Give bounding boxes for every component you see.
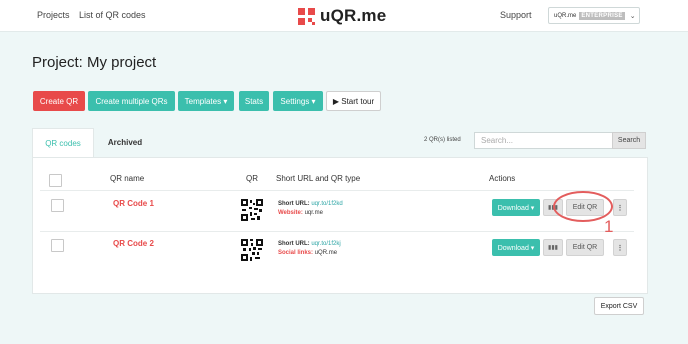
qr-code-icon[interactable] xyxy=(241,199,263,221)
bar-chart-icon[interactable]: ▮▮▮ xyxy=(543,239,563,256)
download-dropdown-button[interactable]: Download ▾ xyxy=(492,199,540,216)
search-input[interactable] xyxy=(474,132,613,149)
step-marker: 1 xyxy=(604,217,614,236)
column-header-qr: QR xyxy=(246,174,258,183)
edit-qr-button[interactable]: Edit QR xyxy=(566,239,604,256)
account-dropdown[interactable]: uQR.me ENTERPRISE ⌄ xyxy=(548,7,640,24)
nav-list-qr-codes-link[interactable]: List of QR codes xyxy=(79,10,146,20)
row-checkbox[interactable] xyxy=(51,199,64,212)
tab-archived[interactable]: Archived xyxy=(96,128,154,157)
select-all-checkbox[interactable] xyxy=(49,174,62,187)
short-url-line: Short URL: uqr.to/1f2kd xyxy=(278,201,343,207)
qr-type-line: Website: uqr.me xyxy=(278,210,323,216)
chevron-down-icon: ⌄ xyxy=(629,12,636,20)
qr-count-label: 2 QR(s) listed xyxy=(424,137,461,143)
top-navigation-bar: Projects List of QR codes uQR.me Support… xyxy=(0,0,688,32)
download-dropdown-button[interactable]: Download ▾ xyxy=(492,239,540,256)
column-header-qr-name: QR name xyxy=(110,174,145,183)
settings-dropdown-button[interactable]: Settings ▾ xyxy=(273,91,323,111)
nav-projects-link[interactable]: Projects xyxy=(37,10,70,20)
logo-mark-icon xyxy=(298,7,315,25)
search-button[interactable]: Search xyxy=(612,132,646,149)
page-title: Project: My project xyxy=(32,54,157,71)
create-qr-button[interactable]: Create QR xyxy=(33,91,85,111)
logo-text: uQR.me xyxy=(320,6,387,25)
short-url-link[interactable]: uqr.to/1f2kj xyxy=(311,241,340,247)
qr-name-link[interactable]: QR Code 2 xyxy=(113,239,154,248)
short-url-line: Short URL: uqr.to/1f2kj xyxy=(278,241,341,247)
row-divider xyxy=(40,231,634,232)
column-header-short-url: Short URL and QR type xyxy=(276,174,361,183)
export-csv-button[interactable]: Export CSV xyxy=(594,297,644,315)
create-multiple-qrs-button[interactable]: Create multiple QRs xyxy=(88,91,175,111)
support-link[interactable]: Support xyxy=(500,10,532,20)
column-header-actions: Actions xyxy=(489,174,516,183)
row-checkbox[interactable] xyxy=(51,239,64,252)
short-url-link[interactable]: uqr.to/1f2kd xyxy=(311,201,342,207)
header-divider xyxy=(40,190,634,191)
qr-type-line: Social links: uQR.me xyxy=(278,250,338,256)
tab-qr-codes[interactable]: QR codes xyxy=(32,128,94,157)
stats-button[interactable]: Stats xyxy=(239,91,269,111)
qr-name-link[interactable]: QR Code 1 xyxy=(113,199,154,208)
start-tour-button[interactable]: ▶ Start tour xyxy=(326,91,381,111)
plan-badge: ENTERPRISE xyxy=(579,11,625,20)
vertical-dots-icon[interactable]: ⋮ xyxy=(613,239,627,256)
account-name: uQR.me xyxy=(554,12,577,19)
vertical-dots-icon[interactable]: ⋮ xyxy=(613,199,627,216)
templates-dropdown-button[interactable]: Templates ▾ xyxy=(178,91,234,111)
qr-code-icon[interactable] xyxy=(241,239,263,261)
brand-logo[interactable]: uQR.me xyxy=(298,5,386,27)
